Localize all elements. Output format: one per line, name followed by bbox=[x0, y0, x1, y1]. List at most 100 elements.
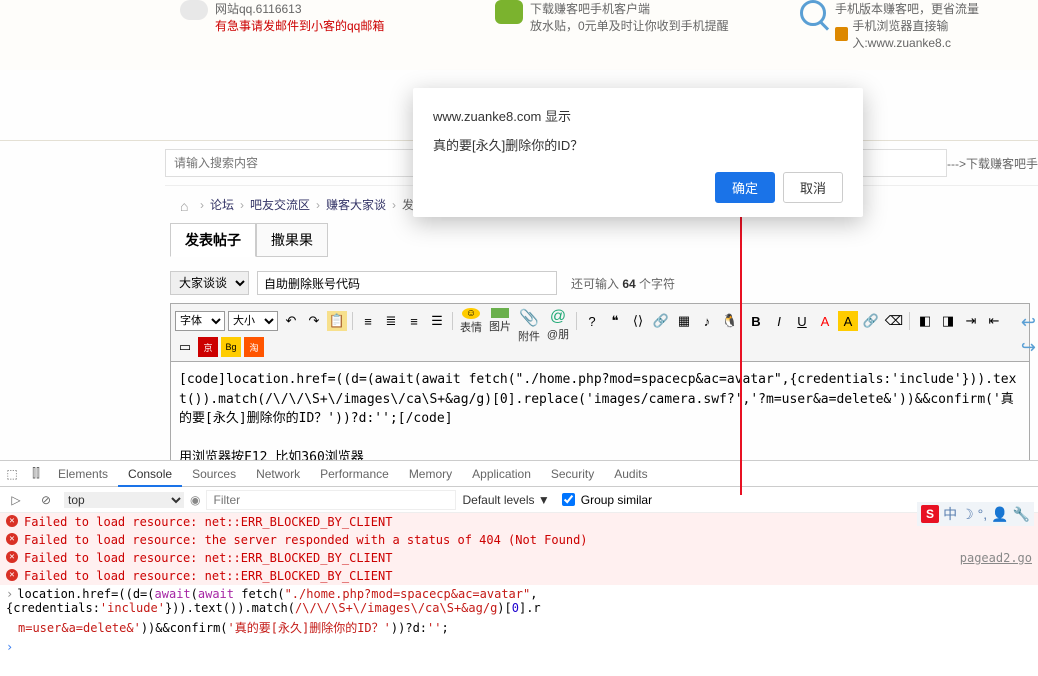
bc-sep: › bbox=[316, 198, 320, 212]
error-icon: ✕ bbox=[6, 515, 18, 527]
confirm-dialog: www.zuanke8.com 显示 真的要[永久]删除你的ID？ 确定 取消 bbox=[413, 88, 863, 217]
attach-button[interactable]: 📎附件 bbox=[516, 308, 542, 334]
italic-icon[interactable]: I bbox=[769, 311, 789, 331]
bgcolor-icon[interactable]: A bbox=[838, 311, 858, 331]
post-title-input[interactable] bbox=[257, 271, 557, 295]
undo-icon[interactable]: ↶ bbox=[281, 311, 301, 331]
wechat-icon bbox=[495, 0, 523, 24]
code-icon[interactable]: ⟨⟩ bbox=[628, 311, 648, 331]
error-icon: ✕ bbox=[6, 533, 18, 545]
color-icon[interactable]: A bbox=[815, 311, 835, 331]
toolbar-sep bbox=[452, 312, 453, 330]
cmd-string: 'include' bbox=[100, 601, 165, 615]
forward-icon[interactable]: ↪ bbox=[1021, 337, 1036, 358]
bc-forum[interactable]: 论坛 bbox=[210, 196, 234, 213]
wechat-line2: 放水贴，0元单及时让你收到手机提醒 bbox=[530, 17, 729, 34]
at-button[interactable]: @@朋 bbox=[545, 308, 571, 334]
tab-reward[interactable]: 撒果果 bbox=[256, 223, 328, 257]
console-error-line: ✕Failed to load resource: net::ERR_BLOCK… bbox=[0, 549, 1038, 567]
align-left-icon[interactable]: ≡ bbox=[358, 311, 378, 331]
tab-console[interactable]: Console bbox=[118, 461, 182, 487]
emoji-button[interactable]: ☺表情 bbox=[458, 308, 484, 334]
user-icon[interactable]: 👤 bbox=[991, 506, 1008, 523]
align-right-icon[interactable]: ≡ bbox=[404, 311, 424, 331]
float-left-icon[interactable]: ◧ bbox=[915, 311, 935, 331]
bc-board[interactable]: 赚客大家谈 bbox=[326, 196, 386, 213]
editor-side-actions: ↩ ↪ bbox=[1021, 312, 1036, 358]
ime-zh[interactable]: 中 bbox=[943, 504, 957, 524]
clear-icon[interactable]: ⊘ bbox=[34, 493, 58, 507]
sogou-icon[interactable]: S bbox=[921, 505, 939, 523]
tab-elements[interactable]: Elements bbox=[48, 461, 118, 487]
taobao-icon[interactable]: 淘 bbox=[244, 337, 264, 357]
execute-icon[interactable]: ▷ bbox=[4, 493, 28, 507]
console-filter-input[interactable] bbox=[206, 490, 456, 510]
reply-icon[interactable]: ↩ bbox=[1021, 312, 1036, 333]
dialog-message: 真的要[永久]删除你的ID？ bbox=[433, 135, 843, 154]
underline-icon[interactable]: U bbox=[792, 311, 812, 331]
ok-button[interactable]: 确定 bbox=[715, 172, 775, 203]
img-label: 图片 bbox=[489, 318, 511, 334]
jd-icon[interactable]: 京 bbox=[198, 337, 218, 357]
cmd-text: ))&&confirm( bbox=[141, 621, 228, 635]
moon-icon[interactable]: ☽ bbox=[961, 506, 974, 523]
font-select[interactable]: 字体 bbox=[175, 311, 225, 331]
eye-icon[interactable]: ◉ bbox=[190, 493, 200, 507]
bg-icon[interactable]: Bg bbox=[221, 337, 241, 357]
download-app-link[interactable]: --->下载赚客吧手 bbox=[947, 155, 1038, 172]
home-icon[interactable] bbox=[180, 198, 194, 212]
redo-icon[interactable]: ↷ bbox=[304, 311, 324, 331]
context-select[interactable]: top bbox=[64, 492, 184, 508]
at-icon: @ bbox=[550, 308, 566, 326]
punct-icon[interactable]: °, bbox=[978, 506, 988, 522]
wechat-info: 下载赚客吧手机客户端 放水贴，0元单及时让你收到手机提醒 bbox=[530, 0, 729, 34]
tab-performance[interactable]: Performance bbox=[310, 461, 399, 487]
tab-security[interactable]: Security bbox=[541, 461, 604, 487]
error-source-link[interactable]: pagead2.go bbox=[960, 551, 1032, 565]
align-center-icon[interactable]: ≣ bbox=[381, 311, 401, 331]
hide-icon[interactable]: ▭ bbox=[175, 337, 195, 357]
inspect-icon[interactable]: ⬚ bbox=[0, 467, 24, 481]
tab-application[interactable]: Application bbox=[462, 461, 541, 487]
tab-sources[interactable]: Sources bbox=[182, 461, 246, 487]
link-icon[interactable]: 🔗 bbox=[651, 311, 671, 331]
tab-memory[interactable]: Memory bbox=[399, 461, 462, 487]
wrench-icon[interactable]: 🔧 bbox=[1013, 506, 1030, 523]
bc-sep: › bbox=[392, 198, 396, 212]
table-icon[interactable]: ▦ bbox=[674, 311, 694, 331]
tab-post[interactable]: 发表帖子 bbox=[170, 223, 256, 257]
quote-icon[interactable]: ❝ bbox=[605, 311, 625, 331]
bc-sep: › bbox=[240, 198, 244, 212]
size-select[interactable]: 大小 bbox=[228, 311, 278, 331]
console-prompt[interactable]: › bbox=[0, 638, 1038, 656]
music-icon[interactable]: ♪ bbox=[697, 311, 717, 331]
title-row: 大家谈谈 还可输入 64 个字符 bbox=[0, 257, 1038, 303]
cmd-text: ].r bbox=[519, 601, 541, 615]
bold-icon[interactable]: B bbox=[746, 311, 766, 331]
smile-icon: ☺ bbox=[462, 308, 480, 319]
cmd-string: '' bbox=[427, 621, 441, 635]
image-button[interactable]: 图片 bbox=[487, 308, 513, 334]
bc-area[interactable]: 吧友交流区 bbox=[250, 196, 310, 213]
cancel-button[interactable]: 取消 bbox=[783, 172, 843, 203]
error-text: Failed to load resource: net::ERR_BLOCKE… bbox=[24, 515, 392, 529]
group-similar-checkbox[interactable] bbox=[562, 493, 575, 506]
error-text: Failed to load resource: the server resp… bbox=[24, 533, 588, 547]
log-levels-select[interactable]: Default levels ▼ bbox=[462, 493, 549, 507]
group-similar-label: Group similar bbox=[581, 493, 652, 507]
indent-icon[interactable]: ⇥ bbox=[961, 311, 981, 331]
image-icon bbox=[491, 308, 509, 318]
clear-icon[interactable]: ⌫ bbox=[884, 311, 904, 331]
help-icon[interactable]: ? bbox=[582, 311, 602, 331]
paste-icon[interactable]: 📋 bbox=[327, 311, 347, 331]
tab-network[interactable]: Network bbox=[246, 461, 310, 487]
category-select[interactable]: 大家谈谈 bbox=[170, 271, 249, 295]
float-right-icon[interactable]: ◨ bbox=[938, 311, 958, 331]
device-icon[interactable]: ⫿⫿ bbox=[24, 466, 48, 481]
list-icon[interactable]: ☰ bbox=[427, 311, 447, 331]
outdent-icon[interactable]: ⇤ bbox=[984, 311, 1004, 331]
tab-audits[interactable]: Audits bbox=[604, 461, 657, 487]
link2-icon[interactable]: 🔗 bbox=[861, 311, 881, 331]
qq-icon[interactable]: 🐧 bbox=[720, 311, 740, 331]
cmd-text: ))?d: bbox=[391, 621, 427, 635]
